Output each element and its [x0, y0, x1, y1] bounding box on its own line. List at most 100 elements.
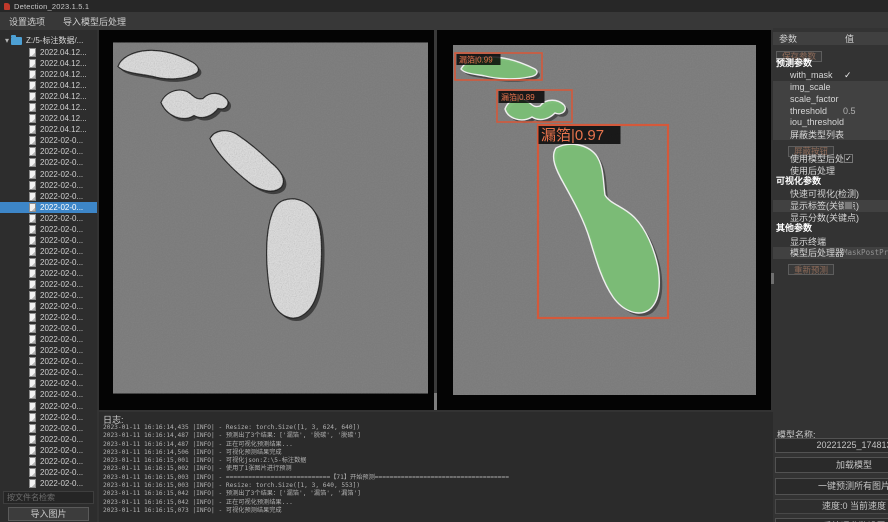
file-icon [29, 48, 36, 57]
param-row[interactable]: threshold0.5 [773, 105, 888, 117]
param-label: 显示分数(关键点) [773, 211, 859, 224]
param-row[interactable]: 模型后处理器MaskPostPro [773, 247, 888, 259]
tree-item[interactable]: 2022-02-0... [0, 356, 97, 367]
file-tree: ▾ Z:/5-标注数据/... 2022.04.12...2022.04.12.… [0, 34, 97, 489]
menu-item-import-postprocess[interactable]: 导入模型后处理 [54, 15, 135, 28]
splitter-handle[interactable] [434, 393, 437, 410]
param-section-title: 预测参数 [773, 58, 888, 70]
search-input[interactable] [3, 491, 94, 504]
image-splitter[interactable] [434, 30, 437, 410]
original-image-view[interactable] [113, 42, 428, 394]
folder-icon [11, 37, 22, 45]
tree-item[interactable]: 2022.04.12... [0, 58, 97, 69]
predict-all-button[interactable]: 一键预测所有图片 [775, 478, 888, 495]
tree-item[interactable]: 2022.04.12... [0, 113, 97, 124]
tree-item[interactable]: 2022-02-0... [0, 389, 97, 400]
tree-item[interactable]: 2022-02-0... [0, 224, 97, 235]
tree-item[interactable]: 2022-02-0... [0, 334, 97, 345]
tree-item[interactable]: 2022-02-0... [0, 279, 97, 290]
param-button-row: 重新预测 [773, 259, 888, 272]
file-icon [29, 457, 36, 466]
tree-item[interactable]: 2022-02-0... [0, 478, 97, 489]
prediction-image: 漏箔|0.99 漏箔|0.89 漏箔|0.97 [453, 45, 756, 395]
file-icon [29, 479, 36, 488]
param-row[interactable]: 使用后处理 [773, 164, 888, 176]
tree-item[interactable]: 2022-02-0... [0, 135, 97, 146]
tree-item-label: 2022-02-0... [40, 424, 83, 433]
param-row[interactable]: 显示标签(关键点) [773, 200, 888, 212]
tree-item[interactable]: 2022-02-0... [0, 235, 97, 246]
param-row[interactable]: 使用模型后处理✓ [773, 153, 888, 165]
param-button[interactable]: 重新预测 [788, 264, 834, 275]
param-label: with_mask [773, 70, 833, 80]
file-icon [29, 346, 36, 355]
tree-item[interactable]: 2022-02-0... [0, 268, 97, 279]
param-row[interactable]: 显示终端 [773, 235, 888, 247]
tree-item[interactable]: 2022-02-0... [0, 290, 97, 301]
tree-item[interactable]: 2022-02-0... [0, 378, 97, 389]
menu-item-settings[interactable]: 设置选项 [0, 15, 54, 28]
params-scrollbar[interactable] [771, 273, 774, 284]
tree-item[interactable]: 2022-02-0... [0, 401, 97, 412]
tree-item-label: 2022-02-0... [40, 236, 83, 245]
tree-item-label: 2022-02-0... [40, 225, 83, 234]
param-row[interactable]: img_scale [773, 81, 888, 93]
chevron-down-icon[interactable]: ▾ [5, 36, 9, 45]
tree-item[interactable]: 2022-02-0... [0, 146, 97, 157]
tree-item[interactable]: 2022-02-0... [0, 456, 97, 467]
tree-item-label: 2022-02-0... [40, 147, 83, 156]
tree-item[interactable]: 2022-02-0... [0, 367, 97, 378]
tree-item-label: 2022-02-0... [40, 479, 83, 488]
tree-item[interactable]: 2022.04.12... [0, 124, 97, 135]
tree-item-label: 2022-02-0... [40, 280, 83, 289]
tree-item[interactable]: 2022-02-0... [0, 312, 97, 323]
param-label: img_scale [773, 82, 831, 92]
tree-item[interactable]: 2022-02-0... [0, 202, 97, 213]
tree-item[interactable]: 2022-02-0... [0, 445, 97, 456]
tree-item-label: 2022-02-0... [40, 368, 83, 377]
tree-item[interactable]: 2022-02-0... [0, 169, 97, 180]
log-line: 2023-01-11 16:16:15,042 |INFO| - 预测出了3个结… [103, 490, 773, 498]
model-name-field[interactable]: 20221225_174813 [775, 438, 888, 453]
tree-item[interactable]: 2022-02-0... [0, 423, 97, 434]
param-row[interactable]: with_mask✓ [773, 69, 888, 81]
param-row[interactable]: 快速可视化(检测) [773, 188, 888, 200]
file-icon [29, 413, 36, 422]
checkbox-checked-icon[interactable]: ✓ [844, 154, 853, 163]
tree-item[interactable]: 2022-02-0... [0, 246, 97, 257]
param-value[interactable]: 0.5 [843, 106, 856, 116]
file-icon [29, 81, 36, 90]
tree-item[interactable]: 2022-02-0... [0, 323, 97, 334]
param-value[interactable]: MaskPostPro [843, 248, 888, 257]
tree-root[interactable]: ▾ Z:/5-标注数据/... [0, 34, 97, 47]
tree-item[interactable]: 2022-02-0... [0, 213, 97, 224]
file-icon [29, 446, 36, 455]
tree-item-label: 2022-02-0... [40, 214, 83, 223]
tree-item[interactable]: 2022-02-0... [0, 180, 97, 191]
tree-item[interactable]: 2022-02-0... [0, 412, 97, 423]
checkbox-icon[interactable] [844, 201, 853, 210]
param-row[interactable]: scale_factor [773, 93, 888, 105]
import-images-button[interactable]: 导入图片 [8, 507, 89, 521]
postprocess-settings-button[interactable]: 后处理参数设置 [775, 518, 888, 522]
tree-item[interactable]: 2022-02-0... [0, 191, 97, 202]
param-row[interactable]: iou_threshold [773, 116, 888, 128]
tree-item[interactable]: 2022-02-0... [0, 345, 97, 356]
tree-item[interactable]: 2022-02-0... [0, 257, 97, 268]
param-row[interactable]: 屏蔽类型列表 [773, 128, 888, 140]
tree-item[interactable]: 2022.04.12... [0, 91, 97, 102]
tree-items: 2022.04.12...2022.04.12...2022.04.12...2… [0, 47, 97, 489]
tree-item[interactable]: 2022.04.12... [0, 47, 97, 58]
tree-item[interactable]: 2022-02-0... [0, 157, 97, 168]
tree-item[interactable]: 2022-02-0... [0, 434, 97, 445]
tree-item[interactable]: 2022-02-0... [0, 467, 97, 478]
load-model-button[interactable]: 加载模型 [775, 457, 888, 473]
log-line: 2023-01-11 16:16:14,506 |INFO| - 可视化预测结果… [103, 449, 773, 457]
tree-item[interactable]: 2022-02-0... [0, 301, 97, 312]
tree-item[interactable]: 2022.04.12... [0, 69, 97, 80]
tree-item[interactable]: 2022.04.12... [0, 102, 97, 113]
param-label: scale_factor [773, 94, 839, 104]
param-row[interactable]: 显示分数(关键点) [773, 212, 888, 224]
tree-item[interactable]: 2022.04.12... [0, 80, 97, 91]
prediction-image-view[interactable]: 漏箔|0.99 漏箔|0.89 漏箔|0.97 [453, 45, 756, 395]
